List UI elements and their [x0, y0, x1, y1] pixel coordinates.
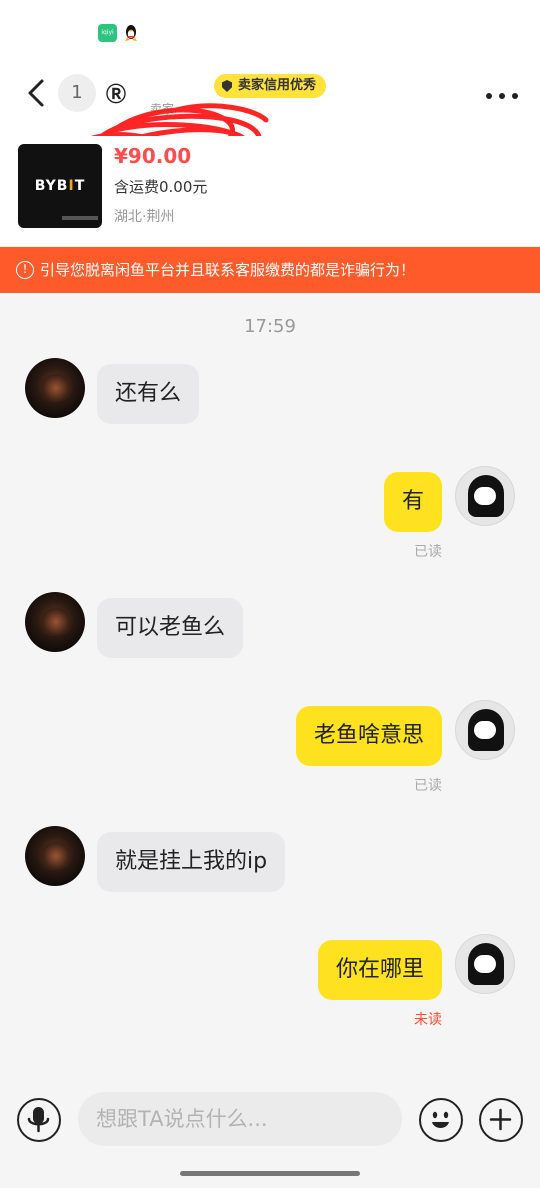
my-avatar[interactable]	[455, 934, 515, 994]
peer-avatar[interactable]	[25, 592, 85, 652]
fraud-warning-banner: ! 引导您脱离闲鱼平台并且联系客服缴费的都是诈骗行为！	[0, 247, 540, 293]
message-bubble-incoming[interactable]: 还有么	[97, 364, 200, 424]
product-price: ¥90.00	[114, 144, 192, 168]
product-shipping: 含运费0.00元	[114, 178, 208, 196]
peer-avatar-badge[interactable]: 1	[58, 74, 96, 112]
product-logo: BYBIT	[34, 178, 86, 194]
qq-penguin-icon	[124, 24, 138, 42]
microphone-icon	[27, 1107, 50, 1133]
home-indicator[interactable]	[180, 1171, 360, 1176]
unread-status: 未读	[414, 1012, 442, 1028]
emoji-icon	[432, 1111, 449, 1128]
thumbnail-caption	[62, 216, 98, 220]
peer-subtitle: 卖家	[150, 102, 175, 116]
voice-button[interactable]	[17, 1098, 61, 1142]
message-input[interactable]	[78, 1092, 402, 1146]
plus-icon	[489, 1108, 512, 1131]
more-dots-icon	[512, 93, 518, 99]
warning-icon: !	[16, 261, 34, 279]
back-button[interactable]	[20, 74, 56, 112]
iqiyi-app-icon: iqiyi	[98, 24, 117, 42]
peer-avatar[interactable]	[25, 358, 85, 418]
peer-name[interactable]: Ⓡ	[106, 78, 126, 107]
plus-button[interactable]	[479, 1098, 523, 1142]
seller-credit-badge[interactable]: 卖家信用优秀	[214, 74, 327, 98]
message-bubble-outgoing[interactable]: 有	[383, 472, 442, 532]
my-avatar[interactable]	[455, 466, 515, 526]
product-location: 湖北·荆州	[114, 209, 175, 225]
chevron-left-icon	[28, 79, 44, 107]
read-status: 已读	[414, 778, 442, 794]
my-avatar[interactable]	[455, 700, 515, 760]
warning-text: 引导您脱离闲鱼平台并且联系客服缴费的都是诈骗行为！	[40, 261, 416, 279]
product-card[interactable]: BYBIT ¥90.00 含运费0.00元 湖北·荆州	[0, 136, 540, 246]
emoji-button[interactable]	[419, 1098, 463, 1142]
chat-timestamp: 17:59	[244, 316, 296, 337]
more-dots-icon	[499, 93, 505, 99]
peer-avatar[interactable]	[25, 826, 85, 886]
more-dots-icon	[486, 93, 492, 99]
message-bubble-outgoing[interactable]: 老鱼啥意思	[295, 706, 442, 766]
message-bubble-incoming[interactable]: 就是挂上我的ip	[97, 832, 286, 892]
more-options-button[interactable]	[482, 90, 522, 102]
message-bubble-outgoing[interactable]: 你在哪里	[317, 940, 442, 1000]
message-bubble-incoming[interactable]: 可以老鱼么	[97, 598, 244, 658]
chat-header: 1 Ⓡ 卖家 卖家信用优秀	[0, 60, 540, 205]
status-bar: iqiyi	[0, 0, 540, 60]
read-status: 已读	[414, 544, 442, 560]
product-thumbnail[interactable]: BYBIT	[18, 144, 102, 228]
